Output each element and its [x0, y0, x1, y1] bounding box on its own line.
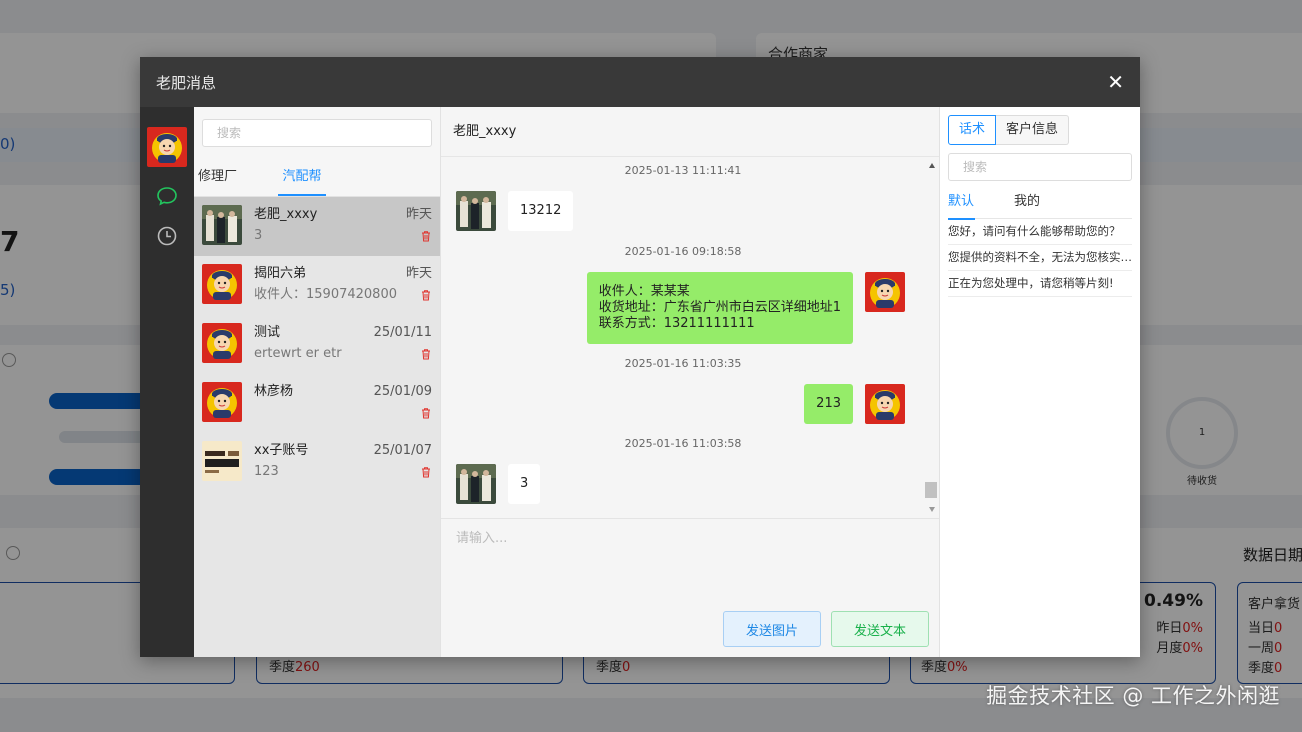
contact-time: 25/01/11 — [373, 325, 432, 340]
contact-search — [194, 107, 440, 157]
contact-time: 25/01/07 — [373, 443, 432, 458]
contact-search-input[interactable] — [202, 119, 432, 147]
message-line: 收货地址：广东省广州市白云区详细地址1 — [598, 300, 841, 315]
contact-name: xx子账号 — [254, 443, 309, 458]
self-avatar — [865, 272, 905, 312]
contact-avatar — [202, 441, 242, 481]
contact-name: 老肥_xxxy — [254, 207, 318, 222]
message-timestamp: 2025-01-16 09:18:58 — [624, 245, 742, 258]
contact-time: 25/01/09 — [373, 384, 432, 399]
message-row: 3 — [456, 464, 541, 504]
contact-avatar — [202, 323, 242, 363]
scroll-down-arrow-icon[interactable] — [929, 507, 935, 512]
tab-customer-info[interactable]: 客户信息 — [996, 115, 1070, 145]
contact-preview: 收件人：15907420800 — [254, 287, 397, 302]
scroll-up-arrow-icon[interactable] — [929, 163, 935, 168]
contact-preview: 3 — [254, 228, 263, 243]
side-tabs: 话术 客户信息 — [948, 115, 1132, 145]
phrase-search-input[interactable] — [948, 153, 1132, 181]
phrase-item[interactable]: 您提供的资料不全，无法为您核实，请补充信息 — [948, 245, 1132, 271]
delete-icon[interactable] — [420, 466, 432, 478]
contact-item[interactable]: 老肥_xxxy 昨天 3 — [194, 197, 440, 256]
sender-avatar — [456, 464, 496, 504]
contact-preview: 123 — [254, 464, 279, 479]
message-timestamp: 2025-01-16 11:03:58 — [624, 437, 742, 450]
current-user-avatar[interactable] — [147, 127, 187, 167]
message-scrollbar[interactable] — [925, 157, 939, 518]
send-text-button[interactable]: 发送文本 — [831, 611, 929, 647]
delete-icon[interactable] — [420, 230, 432, 242]
dialog-header: 老肥消息 ✕ — [140, 57, 1140, 107]
contact-time: 昨天 — [405, 207, 432, 222]
tab-default-phrases[interactable]: 默认 — [948, 187, 976, 220]
contact-time: 昨天 — [405, 266, 432, 281]
message-row: 213 — [804, 384, 905, 424]
close-icon[interactable]: ✕ — [1107, 72, 1124, 92]
delete-icon[interactable] — [420, 407, 432, 419]
tab-parts-help[interactable]: 汽配帮 — [274, 157, 330, 196]
message-timestamp: 2025-01-13 11:11:41 — [624, 164, 742, 177]
contact-name: 测试 — [254, 325, 281, 340]
contact-name: 揭阳六弟 — [254, 266, 307, 281]
contact-panel: 修理厂 汽配帮 老肥_xxxy 昨天 3 揭阳六弟 昨天 收件人：159074208… — [194, 107, 440, 657]
contact-avatar — [202, 382, 242, 422]
phrase-tabs: 默认 我的 — [948, 187, 1132, 220]
side-panel: 话术 客户信息 默认 我的 您好，请问有什么能够帮助您的？ 您提供的资料不全，无… — [940, 107, 1140, 657]
message-row: 收件人：某某某 收货地址：广东省广州市白云区详细地址1 联系方式：1321111… — [586, 272, 905, 344]
contact-item[interactable]: 测试 25/01/11 ertewrt er etr — [194, 315, 440, 374]
dialog-body: 修理厂 汽配帮 老肥_xxxy 昨天 3 揭阳六弟 昨天 收件人：159074208… — [140, 107, 1140, 657]
contact-tabs: 修理厂 汽配帮 — [194, 157, 440, 197]
delete-icon[interactable] — [420, 289, 432, 301]
contact-name: 林彦杨 — [254, 384, 294, 399]
contact-item[interactable]: 揭阳六弟 昨天 收件人：15907420800 — [194, 256, 440, 315]
chat-title: 老肥_xxxy — [441, 107, 939, 157]
contact-preview: ertewrt er etr — [254, 346, 342, 361]
tab-repair-shop[interactable]: 修理厂 — [194, 157, 244, 196]
message-timestamp: 2025-01-16 11:03:35 — [624, 357, 742, 370]
contact-avatar — [202, 205, 242, 245]
compose-area: 发送图片 发送文本 — [441, 519, 939, 657]
scroll-thumb[interactable] — [925, 482, 937, 498]
contact-item[interactable]: xx子账号 25/01/07 123 — [194, 433, 440, 492]
dialog-title: 老肥消息 — [156, 73, 217, 92]
history-clock-icon[interactable] — [156, 225, 178, 247]
message-input[interactable] — [441, 519, 939, 599]
contact-item[interactable]: 林彦杨 25/01/09 — [194, 374, 440, 433]
tab-my-phrases[interactable]: 我的 — [1014, 187, 1040, 218]
message-row: 13212 — [456, 191, 574, 231]
message-bubble: 13212 — [508, 191, 574, 231]
phrase-item[interactable]: 正在为您处理中，请您稍等片刻! — [948, 271, 1132, 297]
delete-icon[interactable] — [420, 348, 432, 360]
phrase-search — [948, 153, 1132, 181]
message-bubble: 213 — [804, 384, 853, 424]
message-line: 收件人：某某某 — [598, 284, 690, 299]
watermark: 掘金技术社区 @ 工作之外闲逛 — [986, 684, 1280, 708]
message-bubble: 3 — [508, 464, 541, 504]
phrase-item[interactable]: 您好，请问有什么能够帮助您的？ — [948, 219, 1132, 245]
tab-quick-phrases[interactable]: 话术 — [948, 115, 997, 145]
message-list[interactable]: 2025-01-13 11:11:41 13212 2025-01-16 09:… — [441, 157, 939, 519]
icon-rail — [140, 107, 194, 657]
sender-avatar — [456, 191, 496, 231]
self-avatar — [865, 384, 905, 424]
chat-icon[interactable] — [156, 185, 178, 207]
message-dialog: 老肥消息 ✕ 修理厂 汽配帮 老肥_xxx — [140, 57, 1140, 657]
contact-avatar — [202, 264, 242, 304]
chat-panel: 老肥_xxxy 2025-01-13 11:11:41 13212 2025-0… — [440, 107, 940, 657]
message-line: 联系方式：13211111111 — [598, 316, 755, 331]
message-bubble: 收件人：某某某 收货地址：广东省广州市白云区详细地址1 联系方式：1321111… — [586, 272, 853, 344]
send-image-button[interactable]: 发送图片 — [723, 611, 821, 647]
